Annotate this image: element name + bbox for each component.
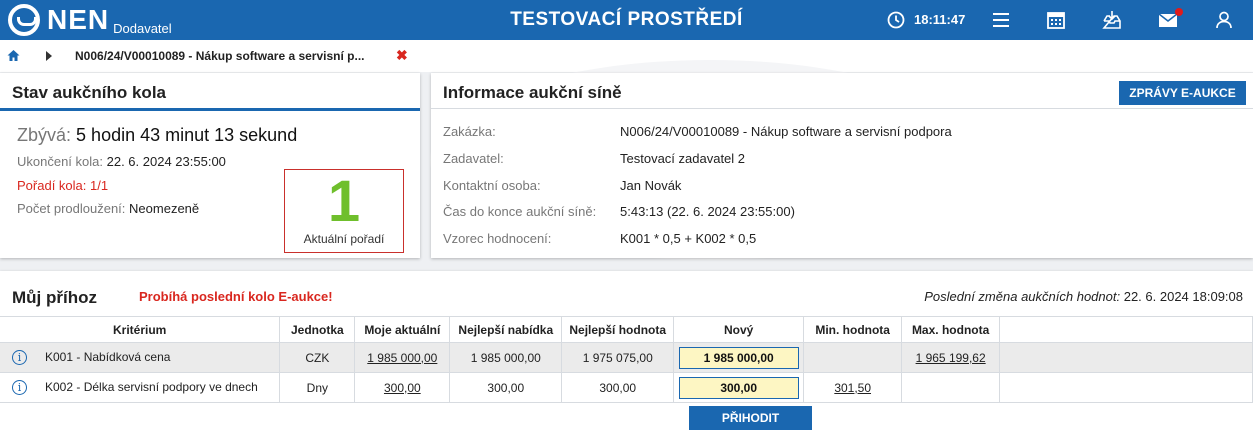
my-bid-panel: Můj příhoz Probíhá poslední kolo E-aukce… [0,271,1253,441]
last-change-label: Poslední změna aukčních hodnot: [924,289,1121,304]
logo-text: NEN [47,4,110,35]
new-value-input[interactable] [678,376,799,399]
panel-header: Informace aukční síně ZPRÁVY E-AUKCE [431,73,1253,109]
max-value-cell [901,372,1001,403]
remaining-label: Zbývá: [17,125,72,145]
column-header: Kritérium [0,316,281,343]
notification-dot [1175,8,1183,16]
min-value-cell: 301,50 [803,372,903,403]
remaining-time: Zbývá: 5 hodin 43 minut 13 sekund [17,125,297,146]
info-label: Čas do konce aukční síně: [443,204,597,219]
top-bar: NEN Dodavatel TESTOVACÍ PROSTŘEDÍ 18:11:… [0,0,1253,40]
best-value-cell: 1 975 075,00 [561,342,675,373]
criterion-cell: i K002 - Délka servisní podpory ve dnech [0,372,281,403]
current-value-link[interactable]: 300,00 [384,381,421,395]
current-cell: 300,00 [354,372,451,403]
new-value-cell [673,372,805,403]
criterion-name: K001 - Nabídková cena [45,349,171,364]
empty-cell [999,372,1253,403]
info-label: Zakázka: [443,124,496,139]
extensions: Počet prodloužení: Neomezeně [17,201,199,216]
home-icon[interactable] [7,49,20,62]
panel-title: Stav aukčního kola [12,83,166,102]
nen-logo[interactable]: NEN Dodavatel [8,4,172,36]
remaining-value: 5 hodin 43 minut 13 sekund [76,125,298,145]
menu-icon[interactable] [990,9,1012,31]
clock-icon [887,11,905,29]
column-header: Max. hodnota [901,316,1001,343]
last-change: Poslední změna aukčních hodnot: 22. 6. 2… [924,289,1243,304]
current-rank-label: Aktuální pořadí [303,232,385,246]
info-value: N006/24/V00010089 - Nákup software a ser… [620,124,952,139]
unit-cell: CZK [279,342,356,373]
close-tab-icon[interactable]: ✖ [396,47,408,64]
best-value-cell: 300,00 [561,372,675,403]
best-offer-cell: 1 985 000,00 [449,342,563,373]
extensions-value: Neomezeně [129,201,200,216]
column-header: Nový [673,316,805,343]
new-value-input[interactable] [678,346,799,369]
bid-table: Kritérium Jednotka Moje aktuální Nejlepš… [0,316,1253,403]
info-icon[interactable]: i [12,380,27,396]
criterion-name: K002 - Délka servisní podpory ve dnech [45,379,258,394]
breadcrumb-item[interactable]: N006/24/V00010089 - Nákup software a ser… [75,49,365,63]
bid-title: Můj příhoz [12,288,97,307]
current-rank-value: 1 [327,169,361,234]
current-rank-box: 1 Aktuální pořadí [284,169,404,253]
panel-header: Stav aukčního kola [0,73,420,111]
column-header: Moje aktuální [354,316,451,343]
max-value-link[interactable]: 1 965 199,62 [916,351,986,365]
inbox-icon[interactable] [1101,9,1123,31]
table-row: i K001 - Nabídková cena CZK 1 985 000,00 … [0,342,1253,373]
round-end-label: Ukončení kola: [17,154,103,169]
current-value-link[interactable]: 1 985 000,00 [367,351,437,365]
empty-cell [999,342,1253,373]
info-label: Kontaktní osoba: [443,178,541,193]
current-cell: 1 985 000,00 [354,342,451,373]
auction-info-panel: Informace aukční síně ZPRÁVY E-AUKCE Zak… [431,73,1253,258]
info-label: Vzorec hodnocení: [443,231,552,246]
new-value-cell [673,342,805,373]
unit-cell: Dny [279,372,356,403]
round-end: Ukončení kola: 22. 6. 2024 23:55:00 [17,154,226,169]
info-value: K001 * 0,5 + K002 * 0,5 [620,231,757,246]
last-round-warning: Probíhá poslední kolo E-aukce! [139,289,333,304]
info-value: 5:43:13 (22. 6. 2024 23:55:00) [620,204,795,219]
session-time: 18:11:47 [914,12,966,27]
round-end-value: 22. 6. 2024 23:55:00 [106,154,226,169]
table-row: i K002 - Délka servisní podpory ve dnech … [0,372,1253,403]
max-value-cell: 1 965 199,62 [901,342,1001,373]
round-order: Pořadí kola: 1/1 [17,178,109,193]
chevron-right-icon [46,51,52,61]
user-icon[interactable] [1213,9,1235,31]
column-header: Jednotka [279,316,356,343]
info-label: Zadavatel: [443,151,504,166]
column-header: Min. hodnota [803,316,903,343]
panel-title: Informace aukční síně [443,83,622,102]
extensions-label: Počet prodloužení: [17,201,126,216]
criterion-cell: i K001 - Nabídková cena [0,342,281,373]
nen-logo-icon [8,4,40,36]
column-header-empty [999,316,1253,343]
info-value: Jan Novák [620,178,682,193]
logo-subtitle: Dodavatel [113,21,172,36]
info-value: Testovací zadavatel 2 [620,151,746,166]
min-value-cell [803,342,903,373]
submit-bid-button[interactable]: PŘIHODIT [689,406,812,430]
table-header-row: Kritérium Jednotka Moje aktuální Nejlepš… [0,316,1253,343]
info-icon[interactable]: i [12,350,27,366]
best-offer-cell: 300,00 [449,372,563,403]
calendar-icon[interactable] [1045,9,1067,31]
round-status-panel: Stav aukčního kola Zbývá: 5 hodin 43 min… [0,73,420,258]
column-header: Nejlepší nabídka [449,316,563,343]
last-change-value: 22. 6. 2024 18:09:08 [1123,289,1243,304]
column-header: Nejlepší hodnota [561,316,675,343]
auction-messages-button[interactable]: ZPRÁVY E-AUKCE [1119,81,1246,105]
min-value-link[interactable]: 301,50 [834,381,871,395]
